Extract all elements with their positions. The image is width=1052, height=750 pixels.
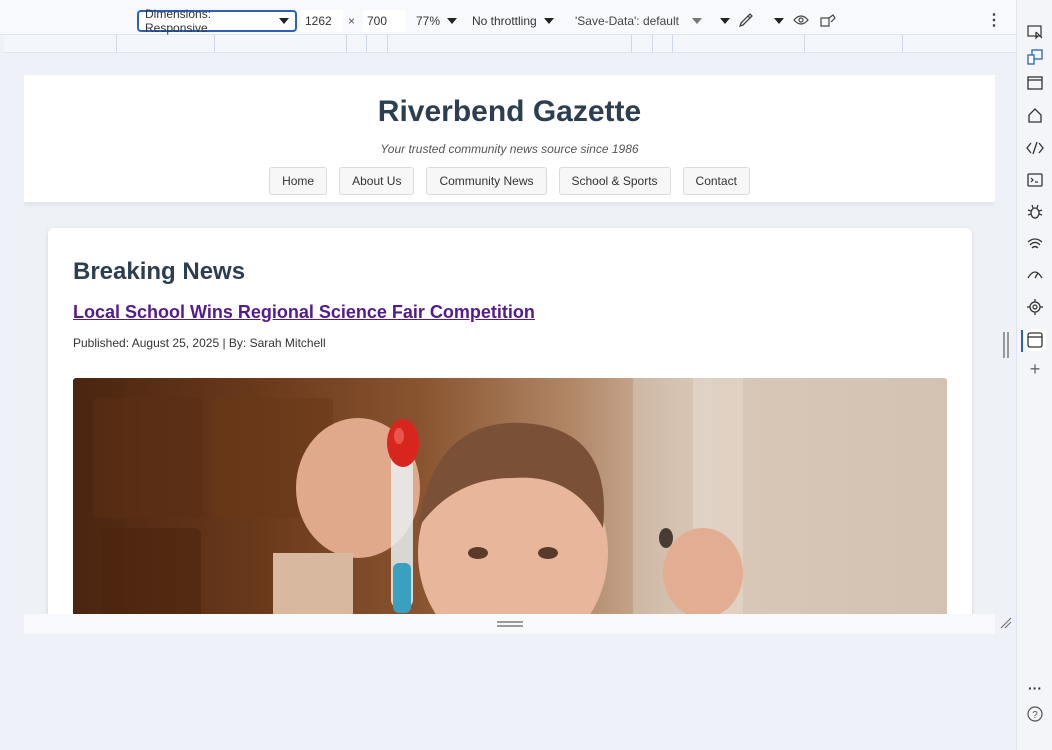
add-tool-icon[interactable]: + xyxy=(1024,358,1046,380)
app-window-icon[interactable] xyxy=(1024,329,1046,351)
horizontal-resize-handle[interactable] xyxy=(1003,332,1009,358)
nav-community-news[interactable]: Community News xyxy=(426,167,547,195)
viewport-resize-strip xyxy=(24,614,995,634)
site-tagline: Your trusted community news source since… xyxy=(380,142,639,156)
nav-about-us[interactable]: About Us xyxy=(339,167,415,195)
save-data-label: 'Save-Data': default xyxy=(575,14,679,28)
vertical-resize-handle[interactable] xyxy=(497,621,523,627)
throttling-label: No throttling xyxy=(472,14,537,28)
site-header: Riverbend Gazette Your trusted community… xyxy=(24,75,995,203)
chevron-down-icon xyxy=(447,18,458,24)
home-icon[interactable] xyxy=(1024,104,1046,126)
article-headline-link[interactable]: Local School Wins Regional Science Fair … xyxy=(73,302,535,323)
page-viewport: Riverbend Gazette Your trusted community… xyxy=(24,75,995,614)
nav-school-sports[interactable]: School & Sports xyxy=(558,167,671,195)
article-card: Breaking News Local School Wins Regional… xyxy=(48,228,972,614)
nav-home[interactable]: Home xyxy=(269,167,328,195)
active-tool-marker xyxy=(1021,330,1023,352)
inspect-icon[interactable] xyxy=(1024,21,1046,43)
help-icon[interactable]: ? xyxy=(1024,703,1046,725)
dimensions-label: Dimensions: Responsive xyxy=(145,7,212,35)
width-input[interactable]: 1262 xyxy=(301,10,343,32)
height-input[interactable]: 700 xyxy=(363,10,405,32)
chevron-down-icon[interactable] xyxy=(774,18,784,24)
performance-icon[interactable] xyxy=(1024,264,1046,286)
device-posture-icon[interactable] xyxy=(819,11,837,29)
article-byline: Published: August 25, 2025 | By: Sarah M… xyxy=(73,336,326,350)
more-options-icon[interactable]: ⋮ xyxy=(985,11,1003,29)
chevron-down-icon xyxy=(279,18,289,24)
bug-icon[interactable] xyxy=(1024,201,1046,223)
media-query-ruler xyxy=(4,35,1016,53)
chevron-down-icon xyxy=(543,18,554,24)
eye-icon[interactable] xyxy=(792,11,810,29)
network-icon[interactable] xyxy=(1024,233,1046,255)
svg-text:?: ? xyxy=(1032,710,1038,721)
device-emulation-icon[interactable] xyxy=(1024,46,1046,68)
zoom-label: 77% xyxy=(416,14,441,28)
times-sign: × xyxy=(348,14,356,28)
nav-contact[interactable]: Contact xyxy=(682,167,750,195)
elements-icon[interactable] xyxy=(1024,137,1046,159)
save-data-select[interactable]: 'Save-Data': default xyxy=(575,10,702,32)
chevron-down-icon xyxy=(691,18,702,24)
devtools-activity-bar: + ··· ? xyxy=(1016,0,1052,750)
browser-window-icon[interactable] xyxy=(1024,72,1046,94)
throttling-select[interactable]: No throttling xyxy=(472,10,554,32)
dimensions-select[interactable]: Dimensions: Responsive xyxy=(137,7,297,35)
article-hero-image xyxy=(73,378,947,614)
more-tools-icon[interactable]: ··· xyxy=(1024,677,1046,699)
main-nav: Home About Us Community News School & Sp… xyxy=(24,167,995,195)
corner-resize-icon[interactable] xyxy=(1000,617,1014,631)
device-toolbar: Dimensions: Responsive 1262 × 700 77% No… xyxy=(0,0,1016,35)
site-title: Riverbend Gazette xyxy=(377,95,642,128)
section-heading: Breaking News xyxy=(73,258,246,285)
zoom-select[interactable]: 77% xyxy=(416,10,458,32)
eyedropper-icon[interactable] xyxy=(737,11,755,29)
settings-gear-icon[interactable] xyxy=(1024,296,1046,318)
console-icon[interactable] xyxy=(1024,169,1046,191)
chevron-down-icon[interactable] xyxy=(720,18,730,24)
